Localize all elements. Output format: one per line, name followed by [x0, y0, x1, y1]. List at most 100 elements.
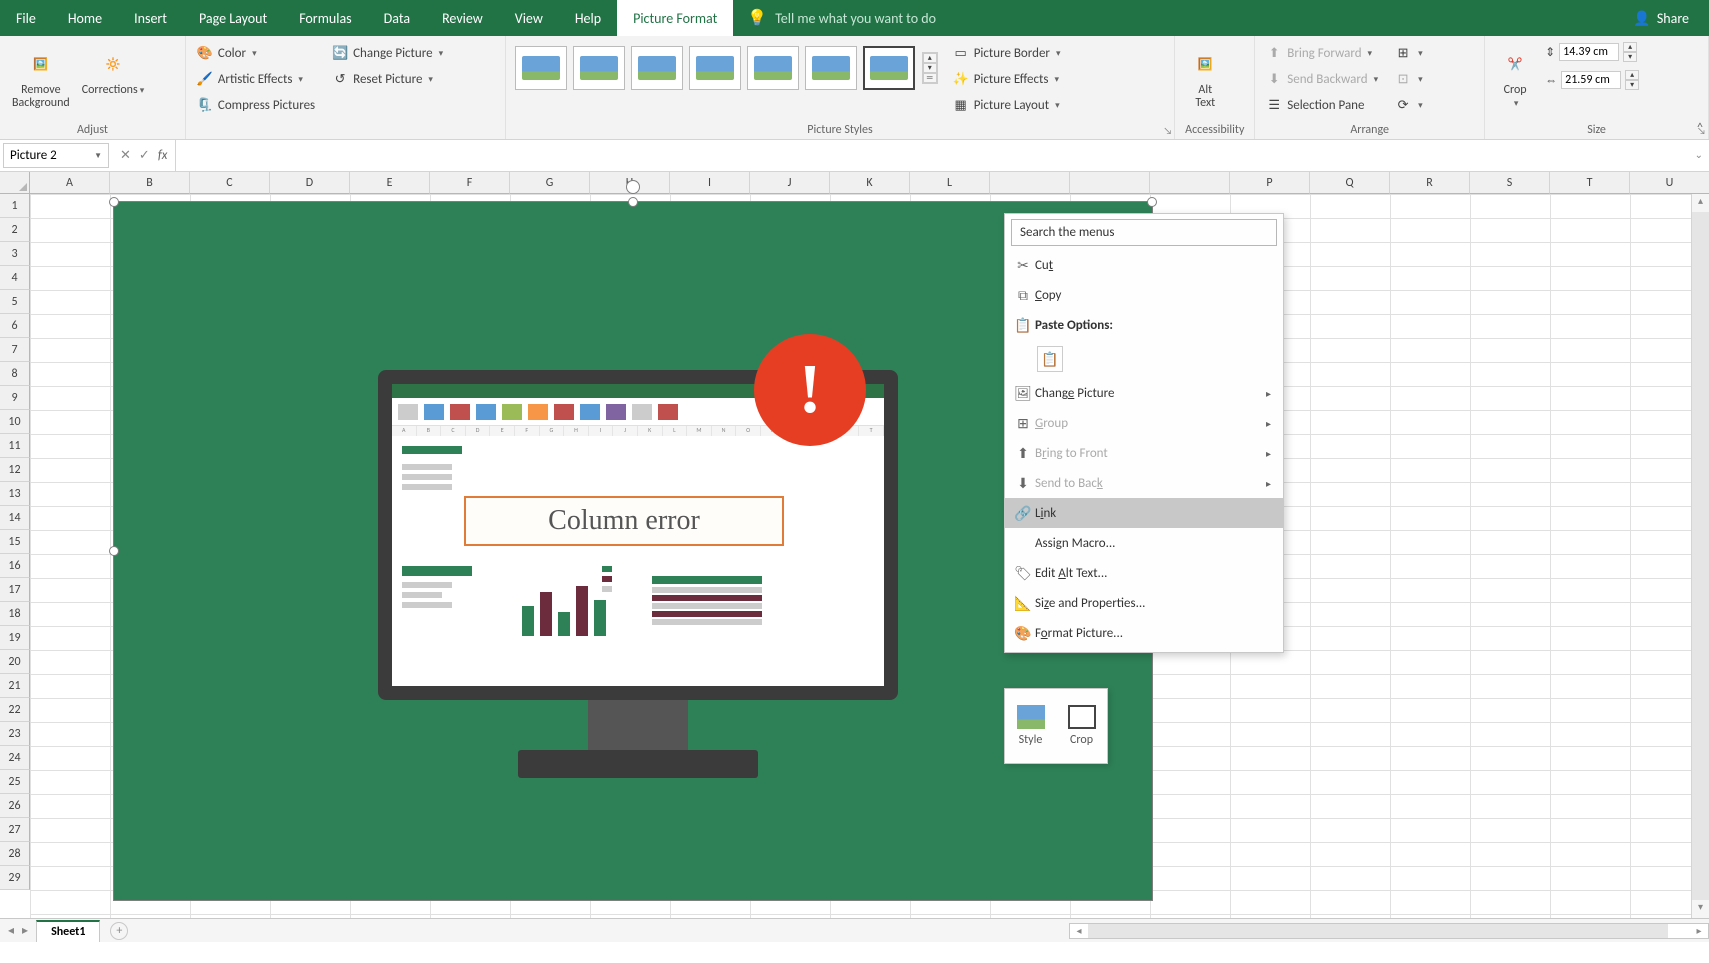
picture-object[interactable]: ABCDEFGHIJKLMNOPQRST — [113, 201, 1153, 901]
sheet-tab-sheet1[interactable]: Sheet1 — [36, 920, 100, 942]
group-button[interactable]: ⊡▾ — [1390, 68, 1427, 90]
add-sheet-button[interactable]: + — [110, 922, 128, 940]
col-head[interactable]: A — [30, 172, 110, 194]
col-head[interactable]: C — [190, 172, 270, 194]
scroll-up-button[interactable]: ▴ — [1692, 194, 1709, 212]
resize-handle[interactable] — [628, 197, 638, 207]
rotate-button[interactable]: ⟳▾ — [1390, 94, 1427, 116]
send-backward-button[interactable]: ⬇Send Backward▾ — [1261, 68, 1382, 90]
height-input[interactable] — [1559, 43, 1619, 61]
name-box[interactable]: Picture 2 ▼ — [3, 143, 109, 168]
height-down[interactable]: ▾ — [1623, 52, 1637, 62]
change-picture-button[interactable]: 🔄Change Picture▾ — [327, 42, 447, 64]
scroll-thumb[interactable] — [1088, 924, 1668, 938]
height-up[interactable]: ▴ — [1623, 42, 1637, 52]
resize-handle[interactable] — [1147, 197, 1157, 207]
col-head[interactable] — [990, 172, 1070, 194]
ctx-copy[interactable]: ⧉Copy — [1005, 280, 1283, 310]
tab-help[interactable]: Help — [559, 0, 617, 36]
row-head[interactable]: 17 — [0, 578, 30, 602]
row-head[interactable]: 9 — [0, 386, 30, 410]
picture-style-5[interactable] — [747, 46, 799, 90]
row-head[interactable]: 14 — [0, 506, 30, 530]
picture-style-7[interactable] — [863, 46, 915, 90]
tab-page-layout[interactable]: Page Layout — [183, 0, 283, 36]
paste-option-1[interactable]: 📋 — [1037, 346, 1063, 372]
collapse-ribbon-button[interactable]: ^ — [1697, 121, 1703, 135]
bring-forward-button[interactable]: ⬆Bring Forward▾ — [1261, 42, 1382, 64]
col-head[interactable]: P — [1230, 172, 1310, 194]
corrections-button[interactable]: 🔆 Corrections▾ — [76, 42, 151, 101]
tell-me-input[interactable]: Tell me what you want to do — [775, 10, 936, 27]
row-head[interactable]: 24 — [0, 746, 30, 770]
col-head[interactable]: G — [510, 172, 590, 194]
mini-crop-button[interactable]: Crop — [1056, 689, 1107, 763]
horizontal-scrollbar[interactable]: ◂ ▸ — [1069, 923, 1709, 939]
styles-scroll-up[interactable]: ▴ — [923, 53, 937, 63]
row-head[interactable]: 10 — [0, 410, 30, 434]
row-head[interactable]: 25 — [0, 770, 30, 794]
scroll-thumb[interactable] — [1692, 212, 1709, 900]
crop-button[interactable]: ✂️ Crop▾ — [1491, 42, 1539, 114]
col-head[interactable]: U — [1630, 172, 1709, 194]
ctx-size-and-properties[interactable]: 📐Size and Properties... — [1005, 588, 1283, 618]
tab-file[interactable]: File — [0, 0, 52, 36]
compress-pictures-button[interactable]: 🗜️Compress Pictures — [192, 94, 319, 116]
tab-view[interactable]: View — [499, 0, 559, 36]
width-input[interactable] — [1561, 71, 1621, 89]
width-down[interactable]: ▾ — [1625, 80, 1639, 90]
picture-effects-button[interactable]: ✨Picture Effects▾ — [948, 68, 1065, 90]
ctx-cut[interactable]: ✂Cut — [1005, 250, 1283, 280]
resize-handle[interactable] — [109, 197, 119, 207]
col-head[interactable]: I — [670, 172, 750, 194]
accept-formula-icon[interactable]: ✓ — [139, 148, 150, 163]
scroll-right-button[interactable]: ▸ — [1690, 924, 1708, 938]
styles-scroll-down[interactable]: ▾ — [923, 63, 937, 73]
col-head[interactable]: T — [1550, 172, 1630, 194]
rotate-handle[interactable] — [626, 180, 640, 194]
align-button[interactable]: ⊞▾ — [1390, 42, 1427, 64]
styles-expand[interactable]: ═ — [923, 73, 937, 83]
col-head[interactable]: F — [430, 172, 510, 194]
tab-insert[interactable]: Insert — [118, 0, 183, 36]
tab-review[interactable]: Review — [426, 0, 499, 36]
ctx-assign-macro[interactable]: Assign Macro... — [1005, 528, 1283, 558]
picture-style-1[interactable] — [515, 46, 567, 90]
sheet-nav-next[interactable]: ▸ — [22, 923, 28, 938]
col-head[interactable]: R — [1390, 172, 1470, 194]
remove-background-button[interactable]: 🖼️ Remove Background — [6, 42, 76, 114]
row-head[interactable]: 5 — [0, 290, 30, 314]
picture-style-6[interactable] — [805, 46, 857, 90]
context-menu-search[interactable]: Search the menus — [1011, 219, 1277, 246]
mini-style-button[interactable]: Style — [1005, 689, 1056, 763]
resize-handle[interactable] — [109, 546, 119, 556]
row-head[interactable]: 4 — [0, 266, 30, 290]
row-head[interactable]: 22 — [0, 698, 30, 722]
col-head[interactable]: E — [350, 172, 430, 194]
row-head[interactable]: 23 — [0, 722, 30, 746]
ctx-link[interactable]: 🔗Link — [1005, 498, 1283, 528]
scroll-down-button[interactable]: ▾ — [1692, 900, 1709, 918]
row-head[interactable]: 15 — [0, 530, 30, 554]
col-head[interactable]: D — [270, 172, 350, 194]
tab-home[interactable]: Home — [52, 0, 118, 36]
row-head[interactable]: 6 — [0, 314, 30, 338]
col-head[interactable]: B — [110, 172, 190, 194]
color-button[interactable]: 🎨Color▾ — [192, 42, 319, 64]
row-head[interactable]: 2 — [0, 218, 30, 242]
row-head[interactable]: 19 — [0, 626, 30, 650]
picture-style-2[interactable] — [573, 46, 625, 90]
tab-data[interactable]: Data — [368, 0, 426, 36]
width-up[interactable]: ▴ — [1625, 70, 1639, 80]
row-head[interactable]: 13 — [0, 482, 30, 506]
share-button[interactable]: 👤 Share — [1633, 10, 1689, 27]
col-head[interactable]: Q — [1310, 172, 1390, 194]
col-head[interactable] — [1070, 172, 1150, 194]
col-head[interactable]: S — [1470, 172, 1550, 194]
row-head[interactable]: 18 — [0, 602, 30, 626]
col-head[interactable]: L — [910, 172, 990, 194]
row-head[interactable]: 3 — [0, 242, 30, 266]
col-head[interactable]: K — [830, 172, 910, 194]
tab-formulas[interactable]: Formulas — [283, 0, 367, 36]
select-all-corner[interactable] — [0, 172, 30, 194]
